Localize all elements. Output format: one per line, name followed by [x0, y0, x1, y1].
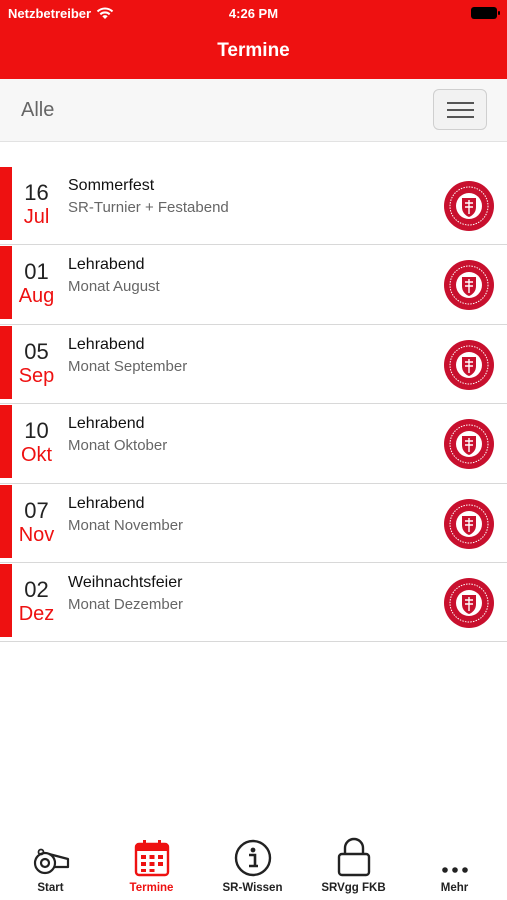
event-month: Dez: [18, 602, 55, 625]
event-title: Lehrabend: [68, 415, 145, 433]
hamburger-line: [447, 116, 474, 118]
event-day: 10: [24, 418, 49, 444]
event-month: Okt: [20, 444, 53, 467]
tab-mehr[interactable]: Mehr: [404, 835, 505, 894]
referee-association-logo-icon: [445, 578, 493, 627]
event-day: 16: [24, 180, 49, 205]
page-title: Termine: [217, 40, 290, 61]
event-accent-bar: [0, 484, 12, 558]
referee-association-logo-icon: [445, 340, 493, 389]
club-logo: [444, 339, 494, 390]
event-subtitle: Monat November: [68, 516, 184, 534]
event-row[interactable]: 07 Nov Lehrabend Monat November: [0, 484, 507, 563]
referee-association-logo-icon: [445, 261, 493, 310]
hamburger-icon: [447, 102, 474, 104]
tab-label: Mehr: [440, 882, 469, 894]
event-day: 05: [24, 338, 49, 364]
event-accent-bar: [0, 246, 12, 320]
event-day: 01: [24, 259, 49, 285]
filter-bar: Alle: [0, 79, 507, 142]
tab-termine[interactable]: Termine: [101, 835, 202, 894]
event-day: 07: [24, 497, 49, 523]
whistle-icon: [33, 848, 69, 875]
event-accent-bar: [0, 563, 12, 637]
event-row[interactable]: 01 Aug Lehrabend Monat August: [0, 245, 507, 325]
tab-start[interactable]: Start: [0, 835, 101, 894]
club-logo: [444, 577, 494, 628]
club-logo: [444, 181, 494, 231]
hamburger-line: [447, 109, 474, 111]
filter-label[interactable]: Alle: [21, 99, 54, 122]
event-title: Lehrabend: [68, 494, 145, 512]
event-month: Aug: [18, 285, 55, 308]
status-bar: Netzbetreiber 4:26 PM: [0, 6, 507, 24]
battery-icon: [471, 7, 500, 19]
tab-label: Start: [37, 882, 64, 894]
lock-icon: [337, 837, 370, 877]
tab-label: Termine: [129, 882, 174, 894]
calendar-icon: [134, 840, 169, 877]
event-title: Weihnachtsfeier: [68, 573, 183, 591]
event-accent-bar: [0, 405, 12, 479]
event-row[interactable]: 10 Okt Lehrabend Monat Oktober: [0, 404, 507, 484]
tab-sr-wissen[interactable]: SR-Wissen: [202, 835, 303, 894]
clock: 4:26 PM: [228, 6, 279, 21]
tab-label: SRVgg FKB: [321, 882, 386, 894]
club-logo: [444, 260, 494, 311]
event-subtitle: Monat Dezember: [68, 595, 184, 613]
info-icon: [234, 839, 271, 877]
referee-association-logo-icon: [445, 182, 493, 230]
more-icon: [441, 867, 468, 873]
app-header: Netzbetreiber 4:26 PM Termine: [0, 0, 507, 79]
referee-association-logo-icon: [445, 420, 493, 469]
tab-bar: Start Termine SR-Wissen SRVgg FKB Mehr: [0, 835, 507, 900]
event-accent-bar: [0, 325, 12, 399]
event-subtitle: Monat August: [68, 278, 160, 296]
event-title: Sommerfest: [68, 177, 155, 194]
referee-association-logo-icon: [445, 499, 493, 548]
club-logo: [444, 498, 494, 549]
event-list: 16 Jul Sommerfest SR-Turnier + Festabend…: [0, 166, 507, 643]
club-logo: [444, 419, 494, 470]
event-day: 02: [24, 576, 49, 602]
event-subtitle: Monat September: [68, 357, 188, 375]
event-accent-bar: [0, 167, 12, 240]
event-row[interactable]: 05 Sep Lehrabend Monat September: [0, 325, 507, 405]
event-subtitle: Monat Oktober: [68, 437, 168, 455]
event-month: Nov: [18, 523, 55, 546]
tab-label: SR-Wissen: [222, 882, 283, 894]
event-subtitle: SR-Turnier + Festabend: [68, 199, 229, 216]
event-title: Lehrabend: [68, 335, 145, 353]
event-row[interactable]: 02 Dez Weihnachtsfeier Monat Dezember: [0, 563, 507, 643]
tab-srvgg-fkb[interactable]: SRVgg FKB: [303, 835, 404, 894]
event-title: Lehrabend: [68, 256, 145, 274]
event-month: Sep: [18, 364, 55, 387]
event-month: Jul: [23, 206, 50, 228]
event-row[interactable]: 16 Jul Sommerfest SR-Turnier + Festabend: [0, 166, 507, 246]
filter-menu-button[interactable]: [433, 89, 487, 130]
